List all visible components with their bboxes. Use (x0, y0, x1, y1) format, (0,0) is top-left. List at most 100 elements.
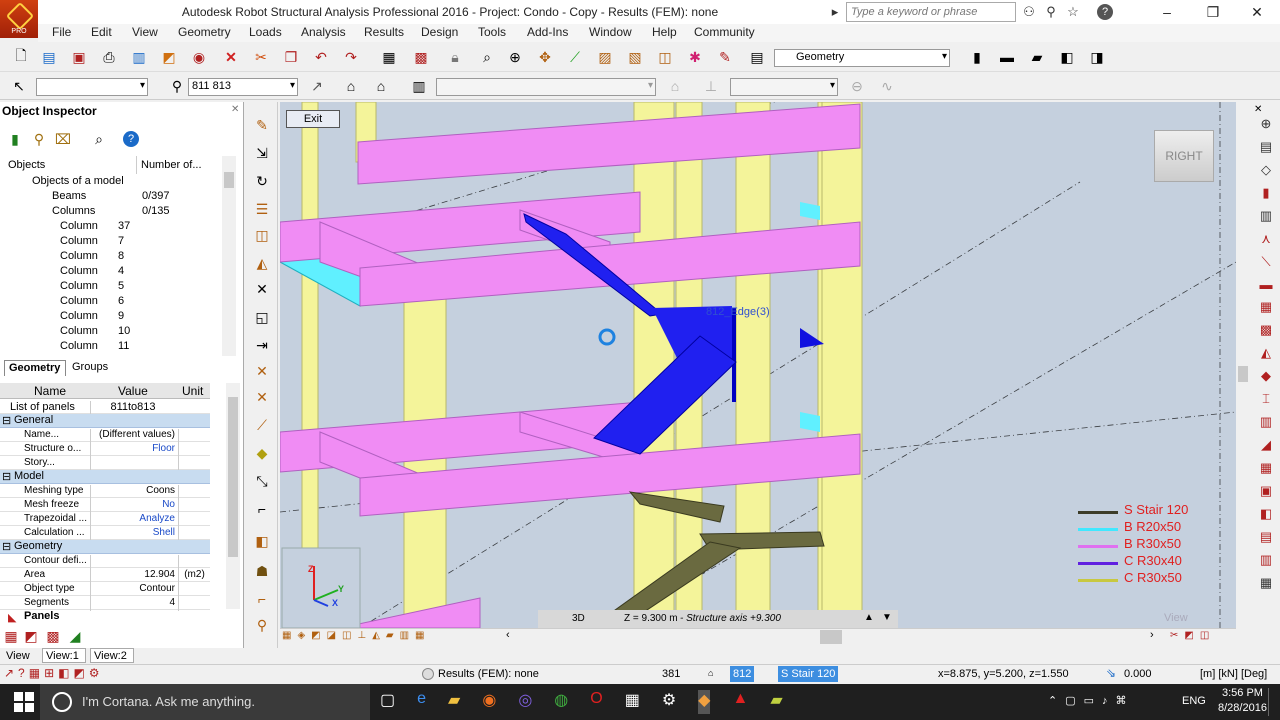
right-tool-7-icon[interactable]: ⟍ (1261, 254, 1270, 270)
filter-icon[interactable]: ⚲ (28, 128, 50, 150)
settings-icon[interactable]: ✎ (714, 46, 736, 68)
property-row[interactable]: Trapezoidal ... Analyze (0, 512, 210, 527)
taskbar-apps[interactable]: ▢ e ▰ ◉ ◎ ◍ O ▦ ⚙ ◆ ▲ ▰ (380, 690, 920, 714)
layout-icon[interactable]: ▤ (746, 46, 768, 68)
property-row[interactable]: Object type Contour (0, 582, 210, 597)
mirror-tool-icon[interactable]: ◭ (251, 252, 273, 274)
menu-edit[interactable]: Edit (91, 25, 112, 39)
right-tool-18-icon[interactable]: ◧ (1260, 506, 1272, 522)
inspector-tool-3-icon[interactable]: ▩ (44, 625, 62, 647)
view-tab-1[interactable]: View:1 (42, 648, 86, 663)
hscroll-left-icon[interactable]: ‹ (506, 629, 510, 641)
axis-icon[interactable]: ⟋ (564, 46, 586, 68)
status-icons[interactable]: ↗?▦⊞◧◩⚙ (4, 666, 104, 680)
hscroll-right-icon[interactable]: › (1150, 629, 1154, 641)
fill-tool-icon[interactable]: ◧ (251, 530, 273, 552)
cut-icon[interactable]: ✂ (250, 46, 272, 68)
property-row[interactable]: Mesh freeze No (0, 498, 210, 513)
inspector-help-icon[interactable]: ? (120, 128, 142, 150)
extrude-tool-icon[interactable]: ◆ (251, 442, 273, 464)
case-icon[interactable]: ⌂ (664, 75, 686, 97)
stack-tool-icon[interactable]: ☰ (251, 198, 273, 220)
property-group-model[interactable]: Model ⊟ (0, 470, 210, 484)
right-tool-1-icon[interactable]: ⊕ (1261, 116, 1272, 132)
property-group-geometry[interactable]: Geometry ⊟ (0, 540, 210, 554)
delete-icon[interactable]: ✕ (220, 46, 242, 68)
edge-browser-icon[interactable]: e (417, 690, 426, 714)
help-icon[interactable]: ? (1094, 2, 1116, 22)
structure-view-icon[interactable]: ✱ (684, 46, 706, 68)
system-tray-icons[interactable]: ⌃▢▭♪⌘ (1048, 694, 1135, 707)
slab-tool-icon[interactable]: ▰ (1026, 46, 1048, 68)
calculation-icon[interactable]: ▩ (410, 46, 432, 68)
tree-item[interactable]: Column (48, 280, 98, 295)
favorites-icon[interactable]: ☆ (1062, 2, 1084, 22)
right-tool-21-icon[interactable]: ▦ (1260, 575, 1272, 591)
new-icon[interactable]: 🗋 (10, 46, 32, 68)
section-icon[interactable]: ▧ (624, 46, 646, 68)
selection-filter-icon[interactable]: ⚲ (166, 75, 188, 97)
zoom-icon[interactable]: ⌕ (476, 46, 498, 68)
tab-groups[interactable]: Groups (72, 361, 108, 373)
calculator-icon[interactable]: ▦ (625, 690, 640, 714)
print-preview-icon[interactable]: ▥ (128, 46, 150, 68)
close-button[interactable]: ✕ (1234, 0, 1280, 24)
right-tool-12-icon[interactable]: ◆ (1261, 368, 1271, 384)
mode-icon[interactable]: ⊖ (846, 75, 868, 97)
list-of-panels-row[interactable]: List of panels 811to813 (0, 400, 210, 415)
menu-tools[interactable]: Tools (478, 25, 506, 39)
level-down-icon[interactable]: ▼ (882, 612, 892, 623)
layout-selector[interactable]: Geometry (774, 49, 950, 67)
panel-id[interactable]: 812 (730, 666, 754, 682)
selection-help-icon[interactable]: ↗ (306, 75, 328, 97)
collapse-icon[interactable]: ⊟ (2, 414, 11, 427)
structure-copy-icon[interactable]: ⌂ (370, 75, 392, 97)
autocad-icon[interactable]: ▲ (732, 690, 748, 714)
chrome-icon[interactable]: ◍ (554, 690, 568, 714)
menu-add-ins[interactable]: Add-Ins (527, 25, 568, 39)
tree-item[interactable]: Column (48, 325, 98, 340)
collapse-icon[interactable]: ⊟ (2, 540, 11, 553)
inspector-view-icon[interactable]: ▮ (4, 128, 26, 150)
property-group-general[interactable]: General ⊟ (0, 414, 210, 428)
task-view-icon[interactable]: ▢ (380, 690, 395, 714)
tree-item[interactable]: Columns (28, 205, 95, 220)
robot-app-icon[interactable]: ◆ (698, 690, 711, 714)
section-name[interactable]: S Stair 120 (778, 666, 838, 682)
view-mode-label[interactable]: 3D (572, 613, 585, 624)
inspector-tool-1-icon[interactable]: ▦ (2, 625, 20, 647)
language-indicator[interactable]: ENG (1182, 695, 1206, 707)
menu-community[interactable]: Community (694, 25, 755, 39)
menu-file[interactable]: File (52, 25, 71, 39)
start-button[interactable] (14, 692, 34, 712)
dynamic-icon[interactable]: ∿ (876, 75, 898, 97)
tab-geometry[interactable]: Geometry (4, 360, 66, 376)
release-tool-icon[interactable]: ⌐ (251, 588, 273, 610)
divide-tool-icon[interactable]: ⤡ (251, 470, 273, 492)
intersect-tool-icon[interactable]: ✕ (251, 278, 273, 300)
app-logo-icon[interactable]: PRO (0, 0, 38, 38)
right-tool-14-icon[interactable]: ▥ (1260, 414, 1272, 430)
opera-icon[interactable]: O (590, 690, 602, 714)
scale-tool-icon[interactable]: ◱ (251, 306, 273, 328)
right-tool-3-icon[interactable]: ◇ (1261, 162, 1271, 178)
property-row[interactable]: Calculation ... Shell (0, 526, 210, 541)
right-tool-20-icon[interactable]: ▥ (1260, 552, 1272, 568)
menu-view[interactable]: View (132, 25, 158, 39)
file-explorer-icon[interactable]: ▰ (448, 690, 460, 714)
maximize-button[interactable]: ❐ (1190, 0, 1236, 24)
right-tool-15-icon[interactable]: ◢ (1261, 437, 1271, 453)
right-tool-17-icon[interactable]: ▣ (1260, 483, 1272, 499)
clear-filter-icon[interactable]: ⌧ (52, 128, 74, 150)
tree-item[interactable]: Column (48, 295, 98, 310)
property-row[interactable]: Meshing type Coons (0, 484, 210, 499)
help-search-icon[interactable]: ▸ (824, 2, 846, 22)
right-tool-11-icon[interactable]: ◭ (1261, 345, 1271, 361)
save-icon[interactable]: ▣ (68, 46, 90, 68)
right-tool-19-icon[interactable]: ▤ (1260, 529, 1272, 545)
screen-capture-icon[interactable]: ◩ (158, 46, 180, 68)
right-tool-9-icon[interactable]: ▦ (1260, 299, 1272, 315)
move-tool-icon[interactable]: ⇲ (251, 142, 273, 164)
collapse-icon[interactable]: ⊟ (2, 470, 11, 483)
right-tool-5-icon[interactable]: ▥ (1260, 208, 1272, 224)
